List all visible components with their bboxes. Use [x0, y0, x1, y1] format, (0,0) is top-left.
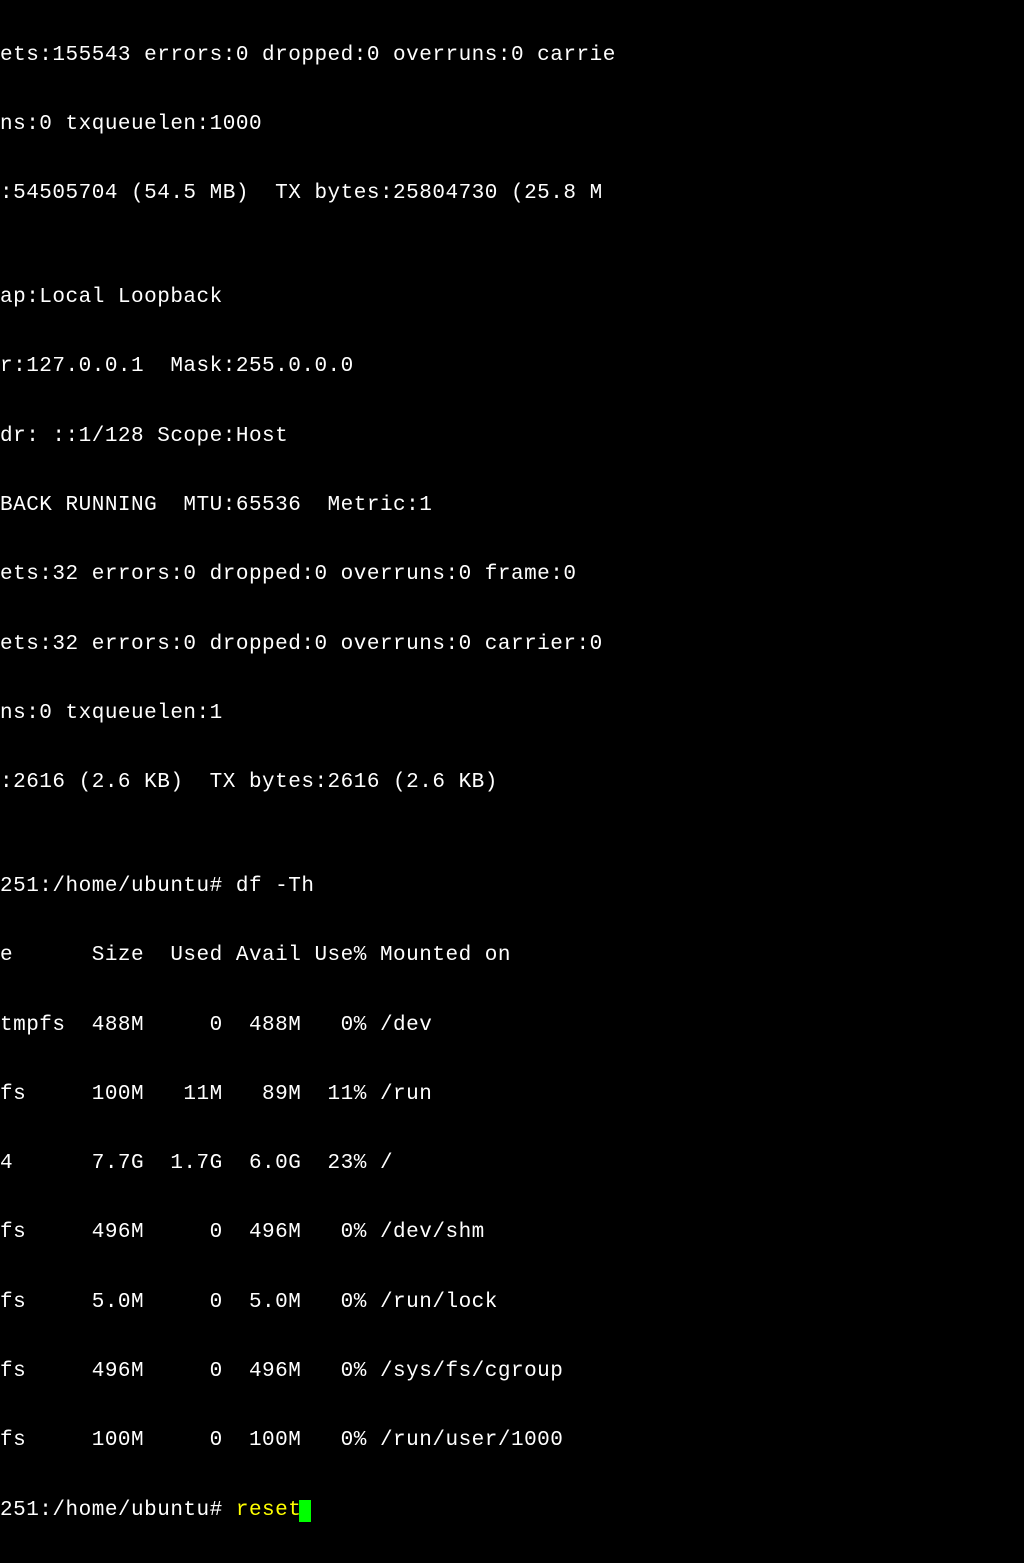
- terminal-output[interactable]: ets:155543 errors:0 dropped:0 overruns:0…: [0, 4, 1024, 1563]
- df-row: fs 496M 0 496M 0% /dev/shm: [0, 1216, 1024, 1251]
- output-line: dr: ::1/128 Scope:Host: [0, 420, 1024, 455]
- df-row: 4 7.7G 1.7G 6.0G 23% /: [0, 1147, 1024, 1182]
- output-line: BACK RUNNING MTU:65536 Metric:1: [0, 489, 1024, 524]
- df-header: e Size Used Avail Use% Mounted on: [0, 939, 1024, 974]
- output-line: ns:0 txqueuelen:1: [0, 697, 1024, 732]
- df-row: tmpfs 488M 0 488M 0% /dev: [0, 1009, 1024, 1044]
- df-row: fs 496M 0 496M 0% /sys/fs/cgroup: [0, 1355, 1024, 1390]
- cursor-icon: [299, 1500, 311, 1522]
- output-line: ets:155543 errors:0 dropped:0 overruns:0…: [0, 39, 1024, 74]
- output-line: ets:32 errors:0 dropped:0 overruns:0 car…: [0, 628, 1024, 663]
- output-line: :2616 (2.6 KB) TX bytes:2616 (2.6 KB): [0, 766, 1024, 801]
- output-line: ns:0 txqueuelen:1000: [0, 108, 1024, 143]
- df-row: fs 100M 11M 89M 11% /run: [0, 1078, 1024, 1113]
- output-line: r:127.0.0.1 Mask:255.0.0.0: [0, 350, 1024, 385]
- output-line: ets:32 errors:0 dropped:0 overruns:0 fra…: [0, 558, 1024, 593]
- prompt-line: 251:/home/ubuntu# df -Th: [0, 870, 1024, 905]
- output-line: ap:Local Loopback: [0, 281, 1024, 316]
- prompt-current[interactable]: 251:/home/ubuntu# reset: [0, 1494, 1024, 1529]
- output-line: :54505704 (54.5 MB) TX bytes:25804730 (2…: [0, 177, 1024, 212]
- df-row: fs 5.0M 0 5.0M 0% /run/lock: [0, 1286, 1024, 1321]
- df-row: fs 100M 0 100M 0% /run/user/1000: [0, 1424, 1024, 1459]
- typed-command: reset: [236, 1499, 302, 1522]
- prompt-text: 251:/home/ubuntu#: [0, 1499, 236, 1522]
